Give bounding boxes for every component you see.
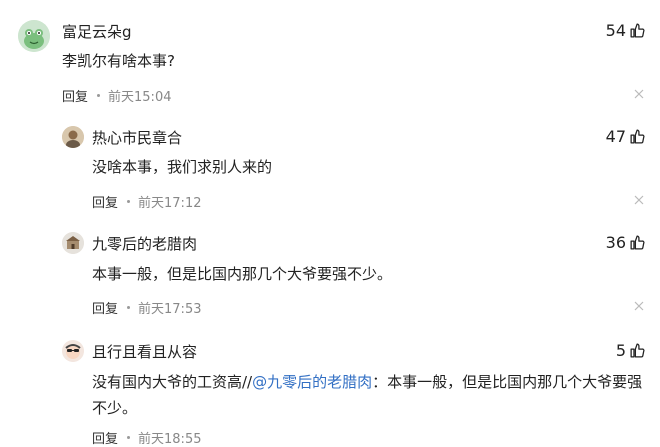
timestamp: 前天18:55 (138, 432, 202, 447)
comment-text: 没有国内大爷的工资高//@九零后的老腊肉：本事一般，但是比国内那几个大爷要强不少… (92, 369, 652, 421)
close-icon[interactable] (634, 301, 644, 311)
reply-button[interactable]: 回复 (92, 428, 118, 447)
thumbs-up-icon (630, 235, 645, 250)
thumbs-up-icon (630, 129, 645, 144)
comment-text: 本事一般，但是比国内那几个大爷要强不少。 (92, 265, 393, 283)
frog-avatar-icon (18, 20, 50, 52)
mention-link[interactable]: @九零后的老腊肉 (252, 373, 372, 391)
like-count: 5 (615, 341, 626, 360)
like-count: 36 (605, 233, 626, 252)
like-button[interactable]: 47 (606, 127, 646, 146)
like-count: 54 (605, 21, 626, 40)
reply-button[interactable]: 回复 (92, 298, 118, 317)
comment-text: 没啥本事，我们求别人来的 (92, 158, 273, 176)
avatar[interactable] (62, 232, 84, 254)
comment-item: 富足云朵g 54 李凯尔有啥本事? 回复 前天15:04 (0, 0, 660, 110)
timestamp: 前天15:04 (108, 90, 172, 105)
comment-meta: 回复 前天17:12 (92, 192, 201, 211)
like-button[interactable]: 36 (606, 233, 646, 252)
comment-meta: 回复 前天15:04 (62, 86, 171, 105)
username[interactable]: 热心市民章合 (92, 127, 182, 148)
avatar[interactable] (18, 20, 50, 52)
separator-dot (127, 306, 131, 309)
building-avatar-icon (62, 232, 84, 254)
separator-dot (127, 200, 131, 203)
avatar[interactable] (62, 340, 84, 362)
username[interactable]: 且行且看且从容 (92, 341, 197, 362)
comment-text: 李凯尔有啥本事? (62, 52, 175, 70)
comment-item: 九零后的老腊肉 36 本事一般，但是比国内那几个大爷要强不少。 回复 前天17:… (0, 220, 660, 330)
comment-item: 热心市民章合 47 没啥本事，我们求别人来的 回复 前天17:12 (0, 110, 660, 220)
reply-button[interactable]: 回复 (92, 192, 118, 211)
sunglasses-avatar-icon (62, 340, 84, 362)
avatar[interactable] (62, 126, 84, 148)
username[interactable]: 富足云朵g (62, 21, 132, 42)
close-icon[interactable] (634, 195, 644, 205)
comment-meta: 回复 前天18:55 (92, 428, 201, 447)
close-icon[interactable] (634, 89, 644, 99)
like-button[interactable]: 5 (616, 341, 646, 360)
comment-text-prefix: 没有国内大爷的工资高// (92, 373, 253, 391)
comment-meta: 回复 前天17:53 (92, 298, 201, 317)
timestamp: 前天17:53 (138, 302, 202, 317)
thumbs-up-icon (630, 23, 645, 38)
like-button[interactable]: 54 (606, 21, 646, 40)
username[interactable]: 九零后的老腊肉 (92, 233, 197, 254)
thumbs-up-icon (630, 343, 645, 358)
reply-button[interactable]: 回复 (62, 86, 88, 105)
person-avatar-icon (62, 126, 84, 148)
comment-item: 且行且看且从容 5 没有国内大爷的工资高//@九零后的老腊肉：本事一般，但是比国… (0, 330, 660, 447)
separator-dot (127, 436, 131, 439)
like-count: 47 (605, 127, 626, 146)
timestamp: 前天17:12 (138, 196, 202, 211)
separator-dot (97, 94, 101, 97)
